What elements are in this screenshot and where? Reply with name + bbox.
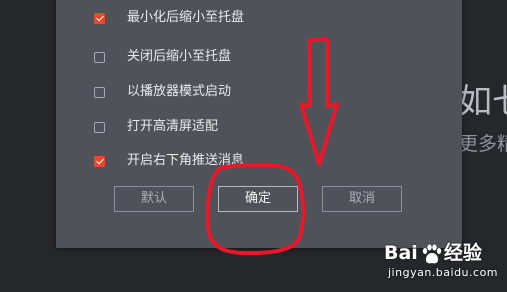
watermark-brand-left: Bai — [384, 242, 418, 264]
watermark-brand-right: 经验 — [443, 242, 482, 264]
watermark-url: jingyan.baidu.com — [388, 266, 499, 279]
highlight-circle — [205, 162, 305, 256]
down-arrow-icon — [299, 38, 339, 166]
paw-icon — [422, 244, 442, 263]
watermark: Bai 经验 jingyan.baidu.com — [384, 236, 504, 290]
